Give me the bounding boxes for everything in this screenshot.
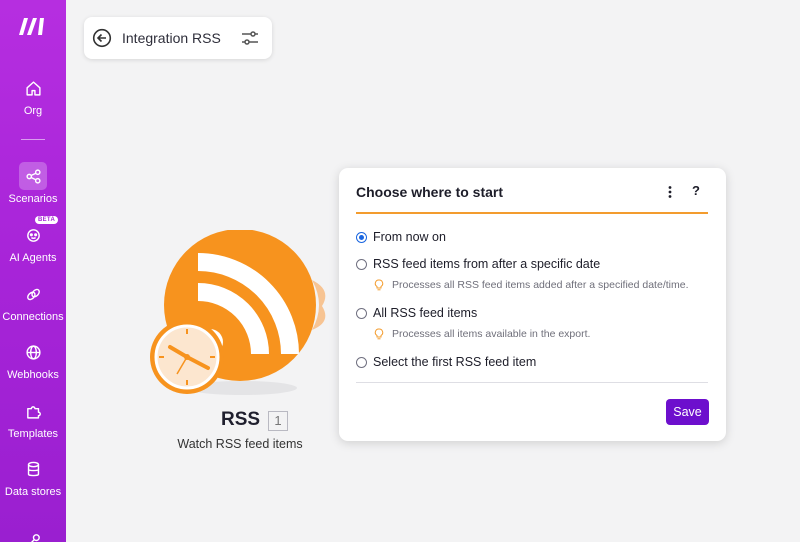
sidebar-item-data-stores[interactable]: Data stores — [0, 455, 66, 499]
choose-start-popup: Choose where to start ? From now on RSS … — [339, 168, 726, 441]
sidebar-divider — [21, 139, 45, 140]
radio-button[interactable] — [356, 307, 367, 319]
option-hint: Processes all items available in the exp… — [374, 328, 590, 340]
home-icon — [19, 74, 47, 102]
module-number-badge: 1 — [268, 411, 288, 431]
sliders-icon[interactable] — [240, 29, 260, 47]
help-button[interactable]: ? — [689, 183, 703, 198]
sidebar: Org Scenarios BETA AI Agents Connections… — [0, 0, 66, 542]
radio-button[interactable] — [356, 231, 367, 243]
module-subtitle: Watch RSS feed items — [177, 437, 303, 451]
link-icon — [19, 280, 47, 308]
option-label: RSS feed items from after a specific dat… — [373, 257, 601, 271]
sidebar-item-label: AI Agents — [9, 252, 57, 264]
hint-text: Processes all items available in the exp… — [392, 328, 591, 340]
option-all-items[interactable]: All RSS feed items — [356, 306, 477, 320]
scenario-header: Integration RSS — [84, 17, 272, 59]
module-name: RSS — [221, 409, 261, 430]
beta-badge: BETA — [35, 216, 59, 224]
sidebar-item-connections[interactable]: Connections — [0, 280, 66, 324]
globe-icon — [19, 338, 47, 366]
ai-agent-icon: BETA — [19, 216, 59, 249]
sidebar-item-label: Webhooks — [7, 369, 59, 381]
rss-module[interactable] — [150, 230, 326, 400]
popup-accent-line — [356, 212, 708, 214]
option-from-now-on[interactable]: From now on — [356, 230, 446, 244]
sidebar-item-label: Templates — [7, 428, 59, 440]
lightbulb-icon — [374, 279, 384, 291]
sidebar-item-templates[interactable]: Templates — [0, 397, 66, 441]
more-vertical-icon[interactable] — [663, 184, 677, 200]
share-icon — [19, 162, 47, 190]
database-icon — [19, 455, 47, 483]
sidebar-item-label: Data stores — [4, 486, 62, 498]
option-select-first[interactable]: Select the first RSS feed item — [356, 355, 536, 369]
option-label: From now on — [373, 230, 446, 244]
sidebar-item-org[interactable]: Org — [0, 74, 66, 118]
popup-title: Choose where to start — [356, 184, 504, 200]
sidebar-item-label: Org — [23, 105, 43, 117]
radio-button[interactable] — [356, 356, 367, 368]
hint-text: Processes all RSS feed items added after… — [392, 279, 689, 291]
option-label: All RSS feed items — [373, 306, 478, 320]
sidebar-item-keys[interactable] — [0, 526, 66, 542]
back-arrow-icon[interactable] — [92, 28, 112, 48]
sidebar-item-webhooks[interactable]: Webhooks — [0, 338, 66, 382]
sidebar-item-label: Scenarios — [8, 193, 58, 205]
scenario-title[interactable]: Integration RSS — [122, 30, 221, 46]
sidebar-item-ai-agents[interactable]: BETA AI Agents — [0, 216, 66, 265]
option-hint: Processes all RSS feed items added after… — [374, 279, 689, 291]
sidebar-item-label: Connections — [2, 311, 64, 323]
sidebar-item-scenarios[interactable]: Scenarios — [0, 162, 66, 206]
lightbulb-icon — [374, 328, 384, 340]
puzzle-icon — [19, 397, 47, 425]
popup-divider — [356, 382, 708, 383]
key-icon — [19, 526, 47, 542]
make-logo-icon[interactable] — [17, 15, 47, 37]
rss-icon — [150, 230, 326, 395]
radio-button[interactable] — [356, 258, 367, 270]
option-after-date[interactable]: RSS feed items from after a specific dat… — [356, 257, 600, 271]
option-label: Select the first RSS feed item — [373, 355, 537, 369]
save-button[interactable]: Save — [666, 399, 709, 425]
